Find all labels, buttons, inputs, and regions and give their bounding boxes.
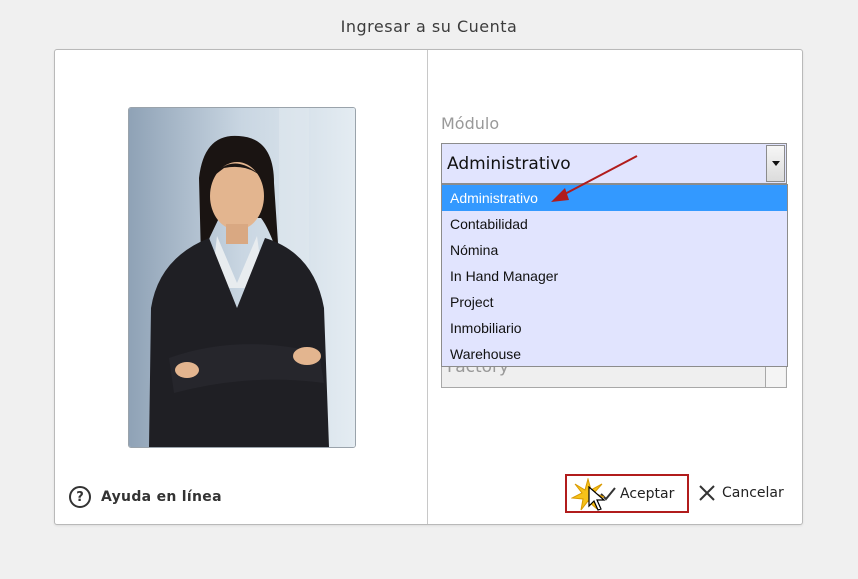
- cancel-button[interactable]: Cancelar: [698, 484, 784, 502]
- module-label: Módulo: [441, 114, 500, 133]
- cancel-label: Cancelar: [722, 485, 784, 501]
- accept-button[interactable]: Aceptar: [600, 486, 674, 502]
- mouse-cursor-icon: [588, 486, 606, 511]
- dropdown-option-nomina[interactable]: Nómina: [442, 237, 787, 263]
- close-icon: [699, 485, 715, 501]
- factory-select[interactable]: Factory: [441, 366, 787, 388]
- dropdown-option-project[interactable]: Project: [442, 289, 787, 315]
- dropdown-option-warehouse[interactable]: Warehouse: [442, 341, 787, 367]
- window-title: Ingresar a su Cuenta: [340, 17, 518, 36]
- module-dropdown-list: Administrativo Contabilidad Nómina In Ha…: [441, 184, 788, 367]
- factory-select-arrow[interactable]: [765, 367, 785, 387]
- dropdown-option-in-hand-manager[interactable]: In Hand Manager: [442, 263, 787, 289]
- factory-select-value: Factory: [447, 366, 510, 377]
- annotation-arrow: [551, 155, 638, 202]
- dropdown-option-inmobiliario[interactable]: Inmobiliario: [442, 315, 787, 341]
- panel-divider: [427, 50, 428, 524]
- online-help-link[interactable]: ? Ayuda en línea: [69, 485, 222, 509]
- dropdown-option-contabilidad[interactable]: Contabilidad: [442, 211, 787, 237]
- login-dialog: ? Ayuda en línea Módulo Factory Administ…: [54, 49, 803, 525]
- user-photo: [128, 107, 356, 448]
- accept-label: Aceptar: [620, 486, 675, 502]
- online-help-label: Ayuda en línea: [101, 489, 222, 505]
- chevron-down-icon[interactable]: [766, 145, 785, 182]
- question-circle-icon: ?: [69, 486, 91, 508]
